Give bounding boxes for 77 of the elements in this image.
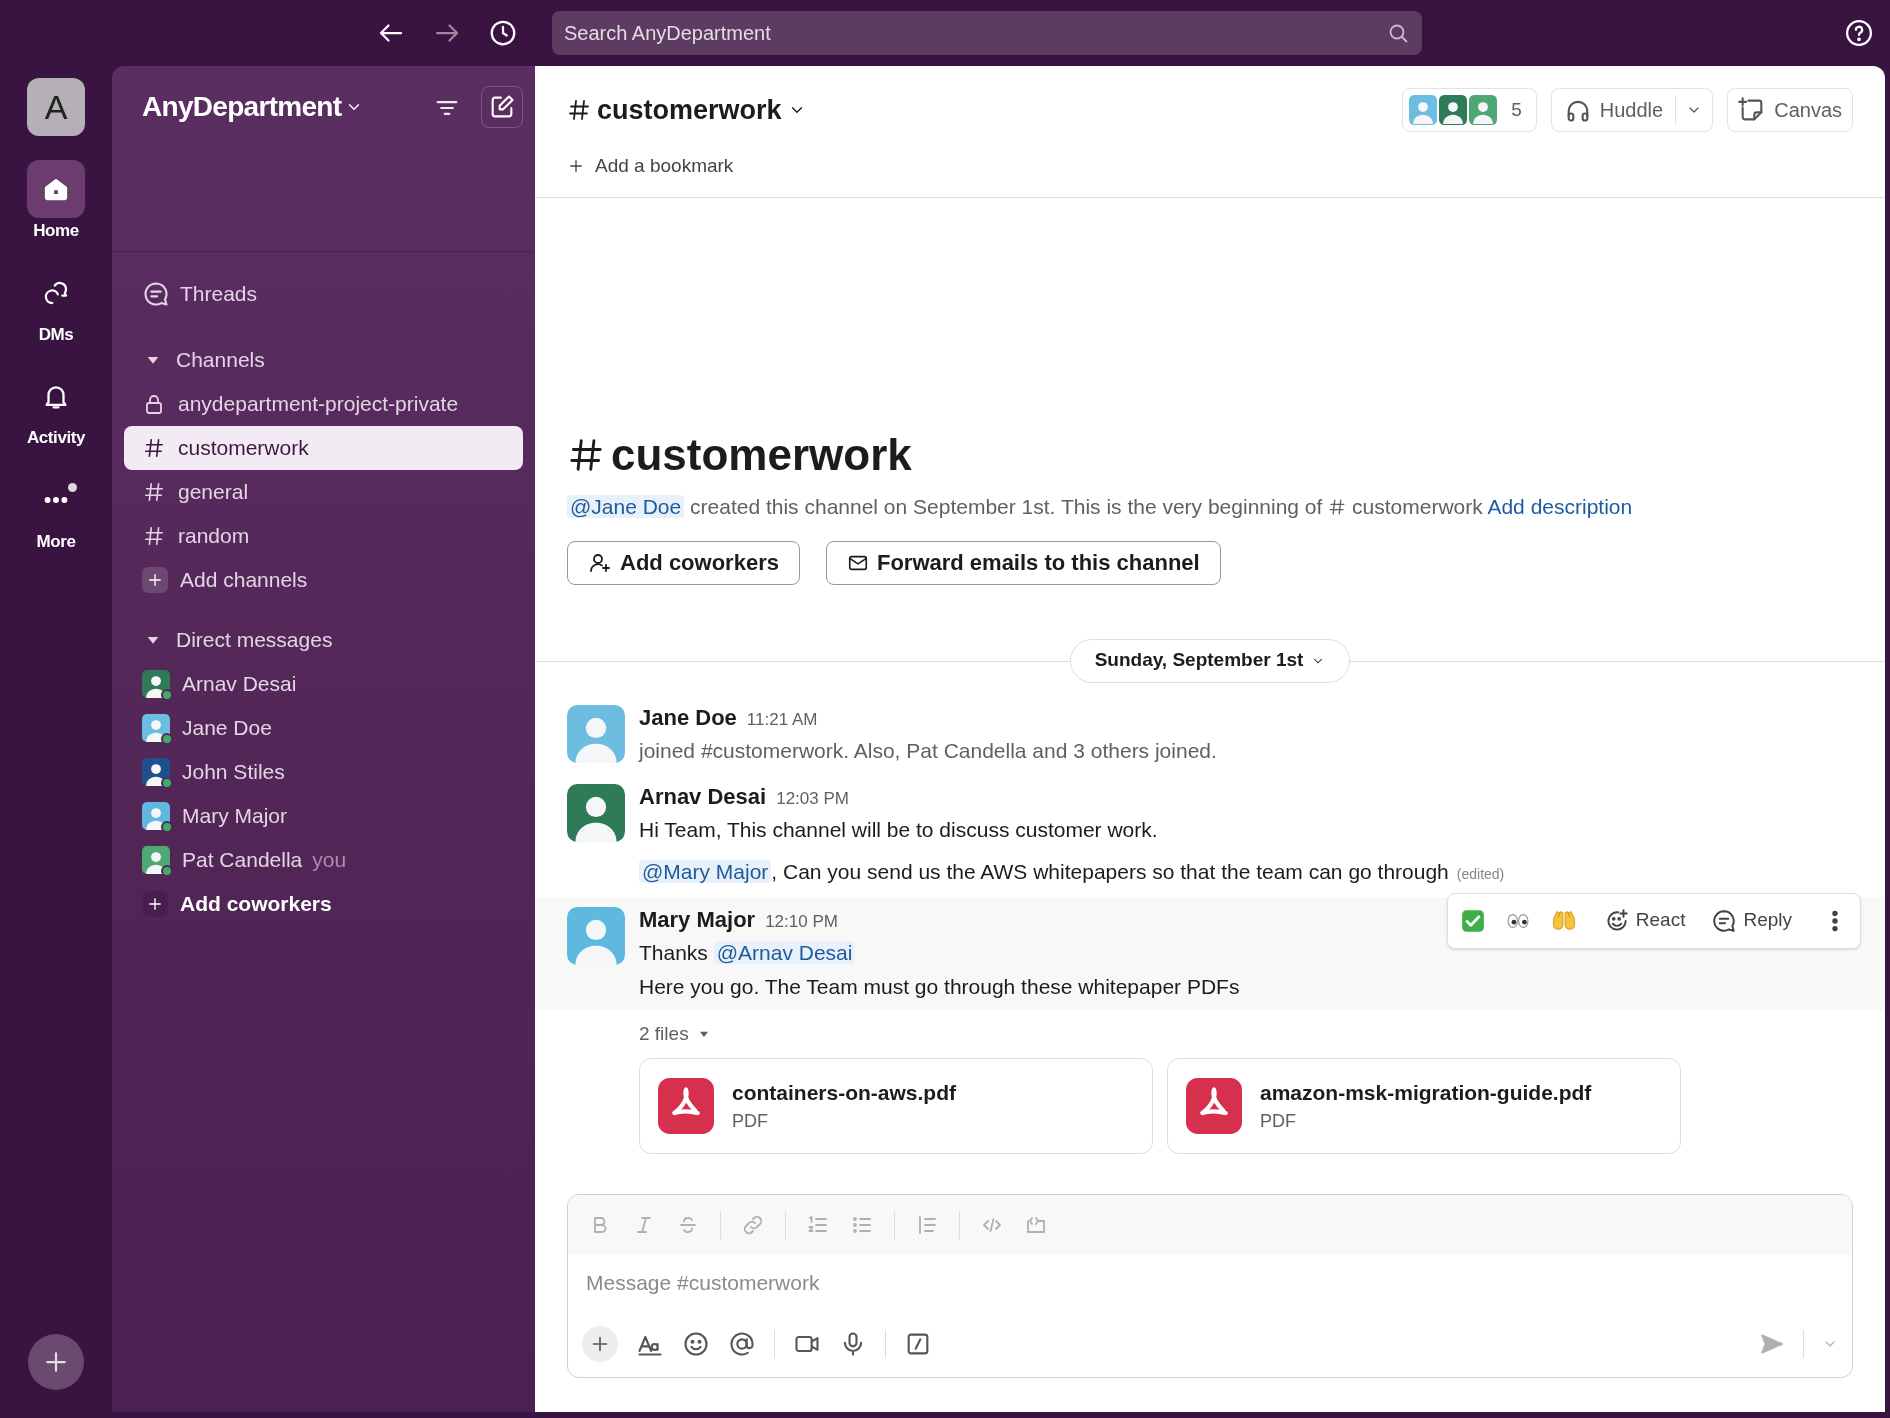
rail-more-button[interactable]: More	[27, 470, 85, 554]
date-divider-button[interactable]: Sunday, September 1st	[1069, 638, 1351, 683]
timestamp[interactable]: 12:10 PM	[765, 908, 838, 934]
author-name[interactable]: Arnav Desai	[639, 779, 767, 813]
dm-item[interactable]: John Stiles	[124, 750, 523, 794]
file-type: PDF	[1260, 1110, 1297, 1134]
search-field[interactable]: Search AnyDepartment	[552, 11, 1422, 55]
reply-button[interactable]: Reply	[1711, 906, 1792, 935]
hash-icon	[1328, 497, 1347, 516]
dm-item[interactable]: Mary Major	[124, 794, 523, 838]
threads-icon	[142, 280, 170, 308]
hash-icon	[143, 437, 165, 459]
check-mark-icon[interactable]	[1459, 907, 1486, 934]
channel-item[interactable]: general	[124, 470, 523, 514]
channel-item[interactable]: Add coworkers	[124, 882, 523, 926]
emoji-icon[interactable]	[682, 1330, 710, 1358]
dm-item[interactable]: Jane Doe	[124, 706, 523, 750]
add-workspace-button[interactable]	[28, 1334, 84, 1390]
compose-button[interactable]	[481, 86, 523, 128]
timestamp[interactable]: 12:03 PM	[776, 785, 849, 811]
channel-intro-text: @Jane Doe created this channel on September 1st. This is the very beginning of customerwork Add description	[567, 490, 1853, 523]
channel-item[interactable]: anydepartment-project-private	[124, 382, 523, 426]
message-text: Here you go. The Team must go through these whitepaper PDFs	[639, 973, 1240, 1000]
canvas-button[interactable]: Canvas	[1727, 88, 1853, 132]
rail-activity-button[interactable]: Activity	[27, 367, 85, 451]
attach-button[interactable]	[582, 1326, 618, 1362]
file-card[interactable]: containers-on-aws.pdf PDF	[639, 1058, 1153, 1154]
dm-item[interactable]: Arnav Desai	[124, 662, 523, 706]
forward-emails-button[interactable]: Forward emails to this channel	[825, 540, 1221, 585]
channel-title-menu[interactable]: customerwork	[567, 89, 806, 131]
file-type: PDF	[732, 1110, 769, 1134]
add-bookmark-button[interactable]: Add a bookmark	[567, 152, 734, 181]
section-header[interactable]: Direct messages	[124, 618, 523, 662]
author-name[interactable]: Mary Major	[639, 902, 756, 936]
hash-icon	[143, 525, 165, 547]
hash-icon	[143, 481, 165, 503]
search-input[interactable]: Search AnyDepartment	[564, 18, 1386, 48]
rail-dms-button[interactable]: DMs	[27, 263, 85, 347]
plus-icon	[142, 891, 168, 917]
threads-item[interactable]: Threads	[124, 272, 523, 316]
timestamp[interactable]: 11:21 AM	[746, 706, 818, 732]
channel-item[interactable]: Add channels	[124, 558, 523, 602]
message-text: Thanks @Arnav Desai	[639, 935, 1240, 970]
files-toggle[interactable]: 2 files	[639, 1019, 711, 1048]
mention-link[interactable]: @Mary Major	[639, 859, 772, 883]
channel-item[interactable]: customerwork	[124, 426, 523, 470]
dm-name: Pat Candella	[182, 847, 303, 874]
history-icon[interactable]	[488, 18, 518, 48]
message-composer[interactable]: Message #customerwork	[567, 1194, 1853, 1378]
react-button[interactable]: React	[1603, 906, 1686, 935]
message-text: joined #customerwork. Also, Pat Candella and 3 others joined.	[639, 737, 1217, 764]
section-header[interactable]: Channels	[124, 338, 523, 382]
message-text: @Mary Major, Can you send us the AWS whitepapers so that the team can go through (edited)	[639, 854, 1505, 891]
message-text: Hi Team, This channel will be to discuss customer work.	[639, 816, 1159, 843]
help-icon[interactable]	[1844, 18, 1874, 48]
mention-link[interactable]: @Jane Doe	[567, 494, 685, 518]
file-name: containers-on-aws.pdf	[732, 1079, 957, 1106]
message-input-field[interactable]: Message #customerwork	[568, 1255, 1852, 1311]
author-name[interactable]: Jane Doe	[639, 700, 737, 734]
dm-item[interactable]: Pat Candella you	[124, 838, 523, 882]
pdf-file-icon	[658, 1078, 714, 1134]
channel-heading: customerwork	[567, 432, 1853, 477]
workspace-name-menu[interactable]: AnyDepartment	[142, 86, 364, 128]
members-button[interactable]: 5	[1402, 88, 1537, 132]
mention-icon[interactable]	[728, 1330, 756, 1358]
plus-icon	[142, 567, 168, 593]
add-description-link[interactable]: Add description	[1487, 494, 1633, 518]
workspace-button[interactable]: A	[27, 78, 85, 136]
file-name: amazon-msk-migration-guide.pdf	[1260, 1079, 1592, 1106]
add-coworkers-button[interactable]: Add coworkers	[567, 540, 800, 585]
file-card[interactable]: amazon-msk-migration-guide.pdf PDF	[1167, 1058, 1681, 1154]
mention-link[interactable]: @Arnav Desai	[713, 940, 856, 964]
hash-icon	[567, 98, 591, 122]
channel-item[interactable]: random	[124, 514, 523, 558]
speech-bubble-icon	[1711, 907, 1738, 934]
you-label: you	[312, 847, 347, 874]
pdf-file-icon	[1186, 1078, 1242, 1134]
